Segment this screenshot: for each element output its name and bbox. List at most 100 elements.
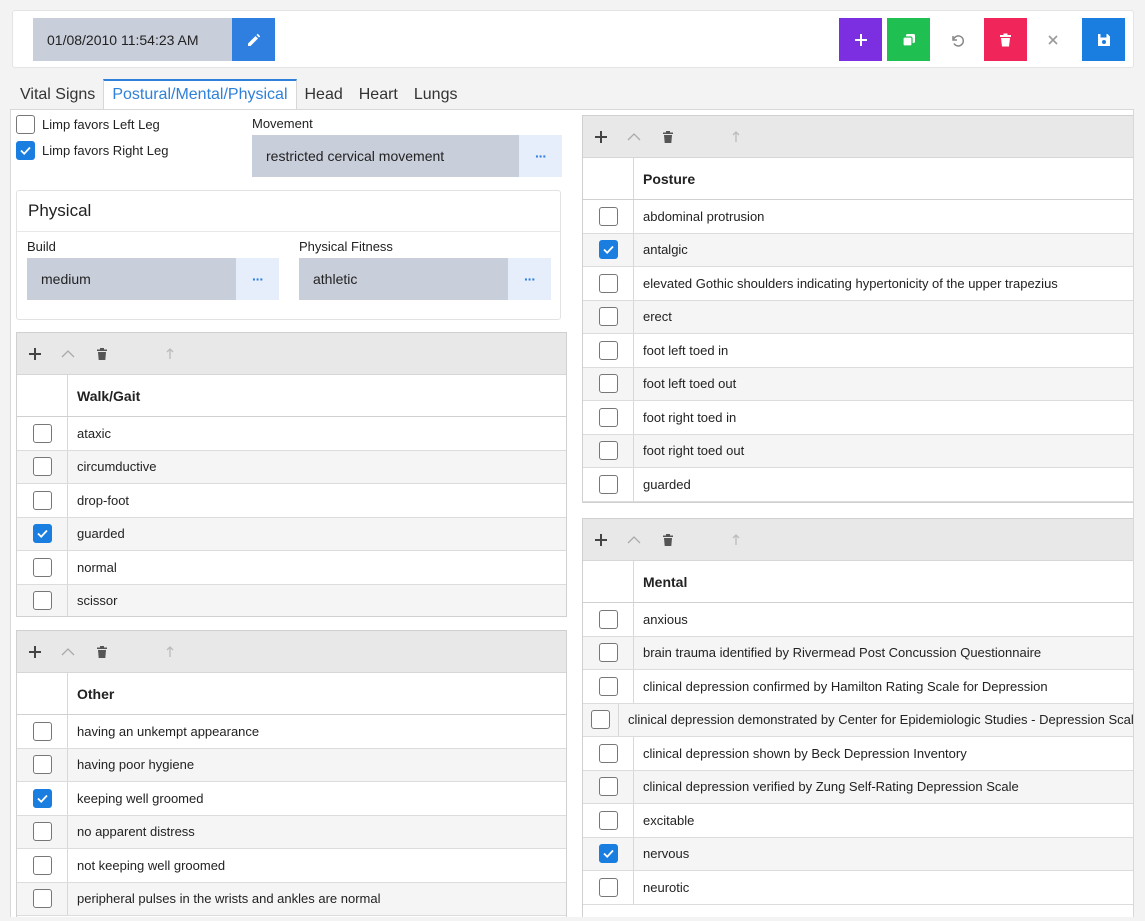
row-checkbox[interactable] (598, 844, 618, 864)
row-checkbox[interactable] (32, 822, 52, 842)
row-checkbox[interactable] (32, 721, 52, 741)
tab-vital-signs[interactable]: Vital Signs (12, 79, 103, 110)
row-checkbox[interactable] (32, 755, 52, 775)
column-header[interactable]: Posture (634, 158, 695, 199)
trash-icon[interactable] (663, 116, 673, 158)
row-checkbox[interactable] (598, 643, 618, 663)
row-checkbox[interactable] (32, 557, 52, 577)
add-row-icon[interactable] (29, 333, 41, 375)
close-button[interactable] (1031, 18, 1074, 61)
table-row[interactable]: abdominal protrusion (583, 200, 1133, 234)
add-row-icon[interactable] (595, 116, 607, 158)
table-row[interactable]: antalgic (583, 233, 1133, 267)
chevron-up-icon[interactable] (627, 519, 641, 561)
build-more-button[interactable]: ··· (236, 258, 279, 300)
trash-icon[interactable] (663, 519, 673, 561)
table-row[interactable]: brain trauma identified by Rivermead Pos… (583, 636, 1133, 670)
row-checkbox[interactable] (598, 374, 618, 394)
table-row[interactable]: erect (583, 300, 1133, 334)
table-row[interactable]: elevated Gothic shoulders indicating hyp… (583, 267, 1133, 301)
row-checkbox[interactable] (598, 307, 618, 327)
arrow-up-icon[interactable] (166, 333, 174, 375)
row-checkbox[interactable] (598, 609, 618, 629)
row-checkbox[interactable] (598, 676, 618, 696)
limp-right-checkbox[interactable] (16, 141, 35, 160)
table-row[interactable]: circumductive (17, 450, 566, 484)
chevron-up-icon[interactable] (61, 333, 75, 375)
row-checkbox[interactable] (32, 457, 52, 477)
table-row[interactable]: clinical depression shown by Beck Depres… (583, 737, 1133, 771)
table-row[interactable]: anxious (583, 603, 1133, 637)
row-checkbox[interactable] (598, 206, 618, 226)
row-checkbox[interactable] (32, 524, 52, 544)
table-row[interactable]: ataxic (17, 417, 566, 451)
row-checkbox[interactable] (32, 889, 52, 909)
tab-postural-mental-physical[interactable]: Postural/Mental/Physical (103, 79, 297, 110)
edit-datetime-button[interactable] (232, 18, 275, 61)
trash-icon[interactable] (97, 631, 107, 673)
save-button[interactable] (1082, 18, 1125, 61)
add-row-icon[interactable] (29, 631, 41, 673)
trash-icon[interactable] (97, 333, 107, 375)
movement-more-button[interactable]: ··· (519, 135, 562, 177)
table-row[interactable]: excitable (583, 804, 1133, 838)
limp-right-option[interactable]: Limp favors Right Leg (16, 141, 168, 160)
row-checkbox[interactable] (590, 710, 610, 730)
fitness-more-button[interactable]: ··· (508, 258, 551, 300)
table-row[interactable]: scissor (17, 584, 566, 616)
table-row[interactable]: clinical depression verified by Zung Sel… (583, 770, 1133, 804)
column-header[interactable]: Mental (634, 561, 687, 602)
table-row[interactable]: having an unkempt appearance (17, 715, 566, 749)
table-row[interactable]: nervous (583, 837, 1133, 871)
fitness-select[interactable]: athletic (299, 258, 509, 300)
row-checkbox[interactable] (32, 855, 52, 875)
add-row-icon[interactable] (595, 519, 607, 561)
table-row[interactable]: neurotic (583, 871, 1133, 905)
duplicate-button[interactable] (887, 18, 930, 61)
table-row[interactable]: no apparent distress (17, 815, 566, 849)
delete-button[interactable] (984, 18, 1027, 61)
column-header[interactable]: Other (68, 673, 114, 714)
add-button[interactable] (839, 18, 882, 61)
table-row[interactable]: having poor hygiene (17, 748, 566, 782)
undo-button[interactable] (935, 18, 978, 61)
row-checkbox[interactable] (598, 743, 618, 763)
build-select[interactable]: medium (27, 258, 237, 300)
row-checkbox[interactable] (598, 777, 618, 797)
arrow-up-icon[interactable] (732, 519, 740, 561)
tab-heart[interactable]: Heart (351, 79, 406, 110)
row-checkbox[interactable] (598, 474, 618, 494)
tab-head[interactable]: Head (297, 79, 351, 110)
row-checkbox[interactable] (32, 490, 52, 510)
row-checkbox[interactable] (32, 423, 52, 443)
limp-left-checkbox[interactable] (16, 115, 35, 134)
table-row[interactable]: not keeping well groomed (17, 849, 566, 883)
row-checkbox[interactable] (32, 788, 52, 808)
row-checkbox[interactable] (598, 810, 618, 830)
arrow-up-icon[interactable] (166, 631, 174, 673)
table-row[interactable]: guarded (17, 517, 566, 551)
table-row[interactable]: clinical depression confirmed by Hamilto… (583, 670, 1133, 704)
table-row[interactable]: foot left toed out (583, 367, 1133, 401)
table-row[interactable]: normal (17, 551, 566, 585)
row-checkbox[interactable] (598, 441, 618, 461)
table-row[interactable]: guarded (583, 468, 1133, 502)
table-row[interactable]: keeping well groomed (17, 782, 566, 816)
tab-lungs[interactable]: Lungs (406, 79, 466, 110)
table-row[interactable]: clinical depression demonstrated by Cent… (583, 703, 1133, 737)
row-checkbox[interactable] (598, 407, 618, 427)
table-row[interactable]: foot left toed in (583, 334, 1133, 368)
movement-select[interactable]: restricted cervical movement (252, 135, 520, 177)
row-checkbox[interactable] (598, 340, 618, 360)
chevron-up-icon[interactable] (627, 116, 641, 158)
table-row[interactable]: foot right toed out (583, 434, 1133, 468)
arrow-up-icon[interactable] (732, 116, 740, 158)
row-checkbox[interactable] (598, 877, 618, 897)
chevron-up-icon[interactable] (61, 631, 75, 673)
table-row[interactable]: drop-foot (17, 484, 566, 518)
limp-left-option[interactable]: Limp favors Left Leg (16, 115, 160, 134)
table-row[interactable]: peripheral pulses in the wrists and ankl… (17, 882, 566, 916)
table-row[interactable]: foot right toed in (583, 401, 1133, 435)
row-checkbox[interactable] (598, 240, 618, 260)
row-checkbox[interactable] (32, 591, 52, 611)
